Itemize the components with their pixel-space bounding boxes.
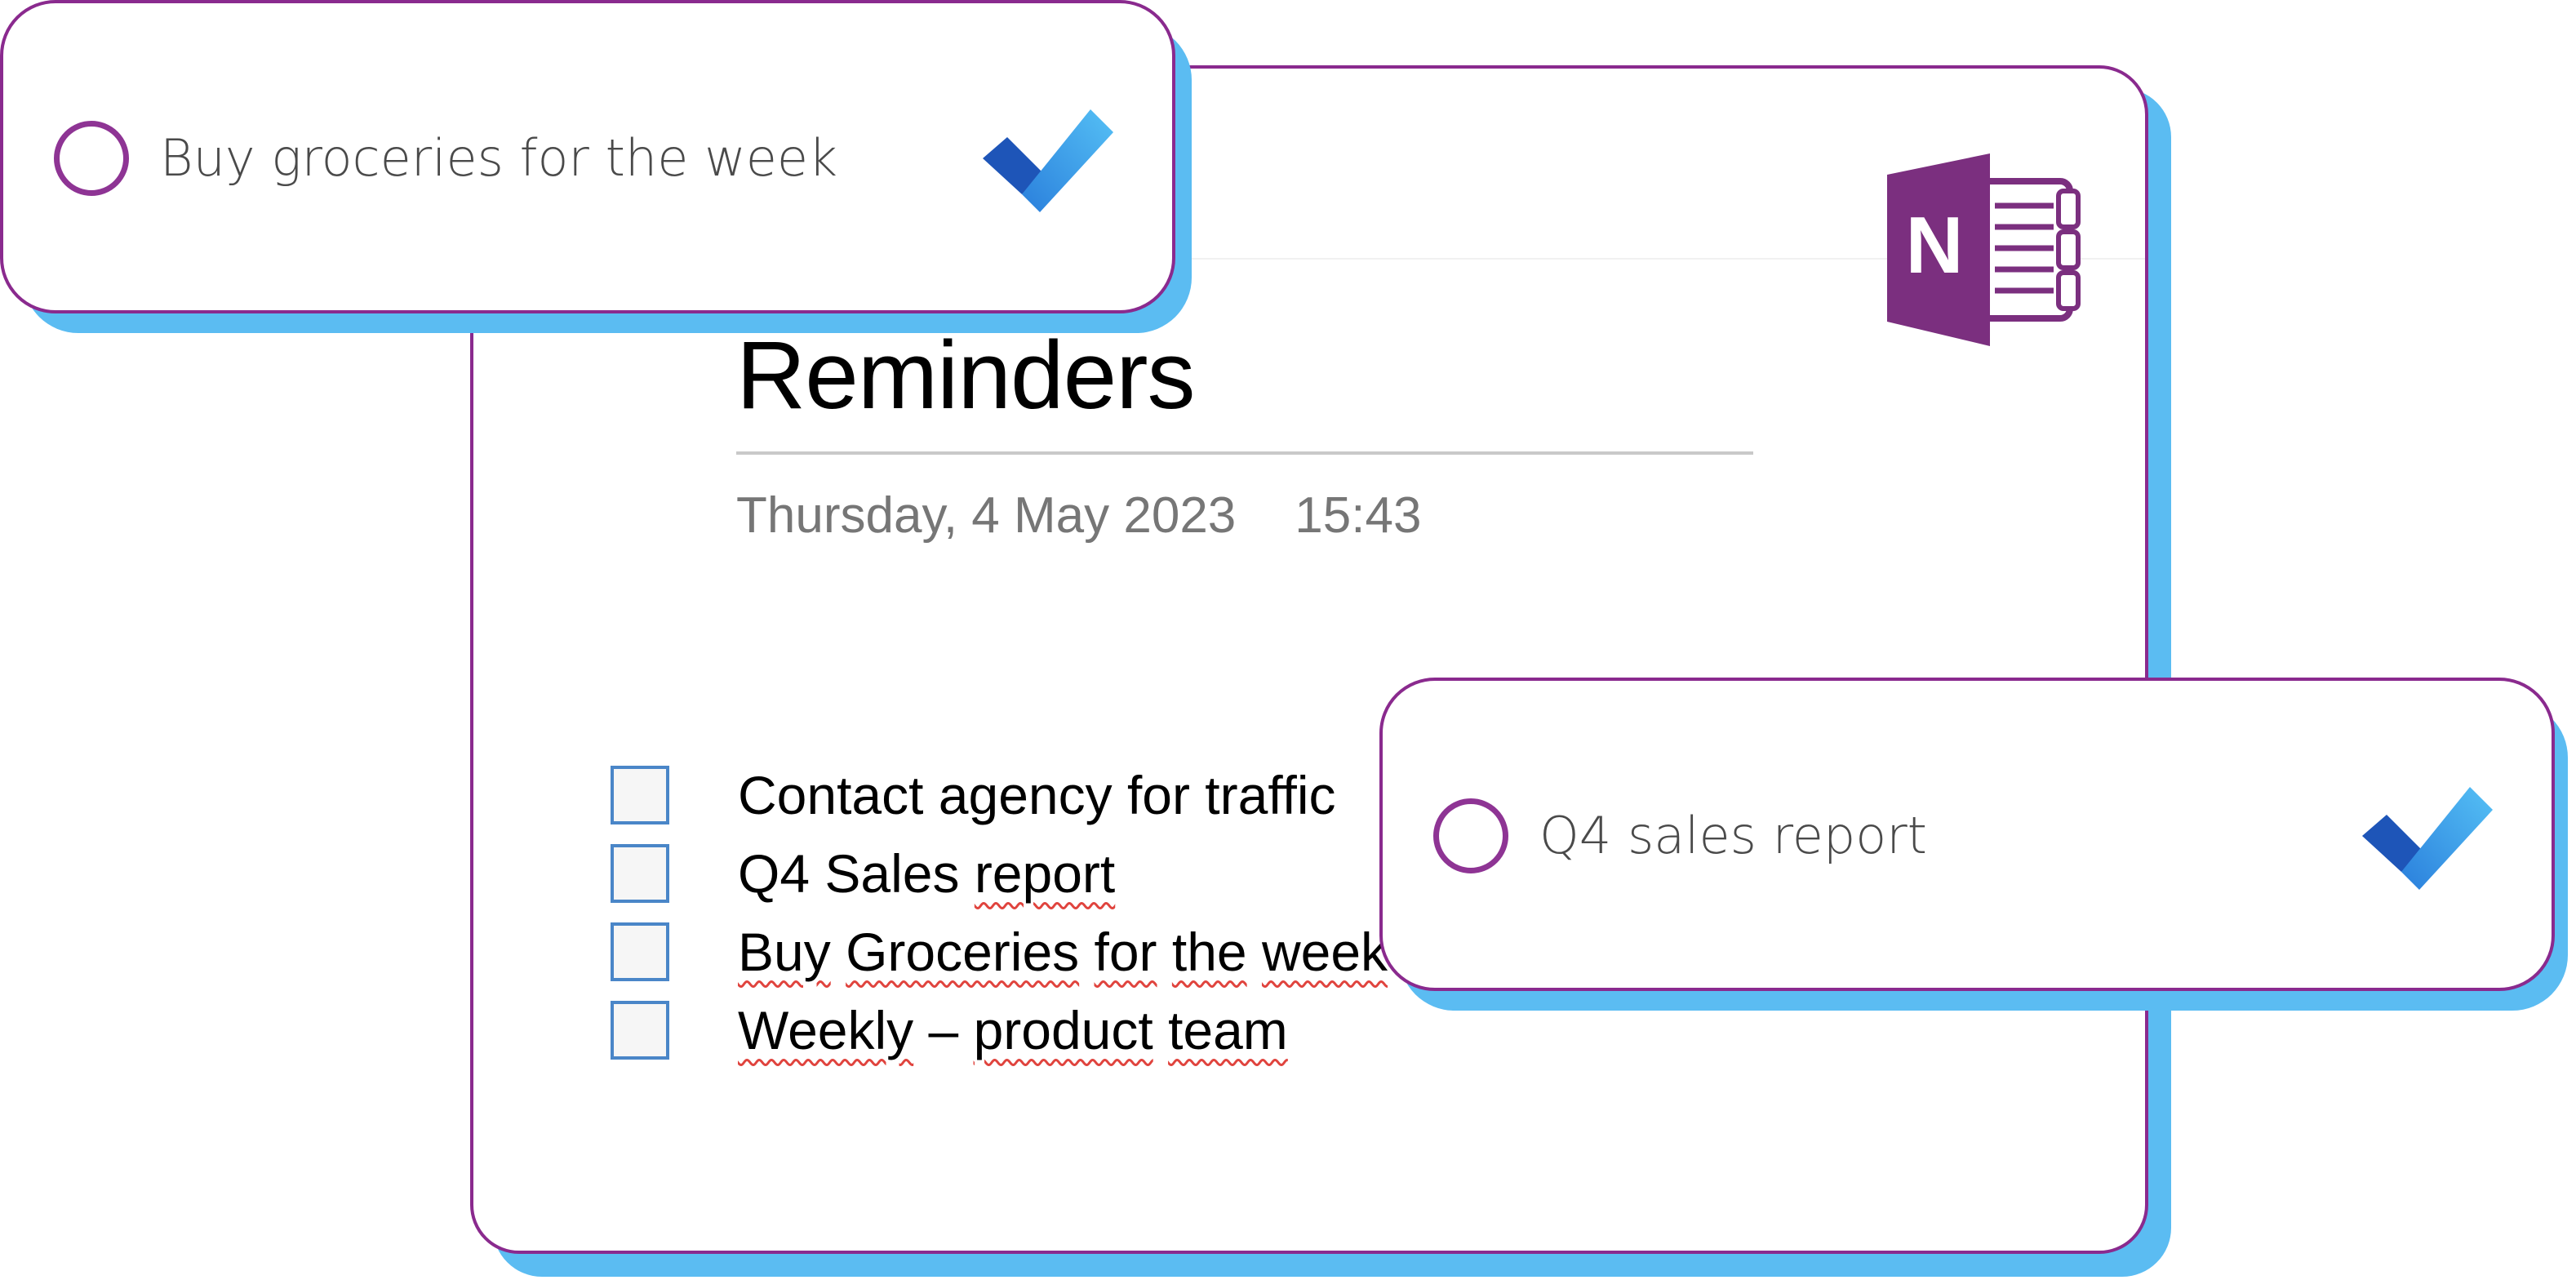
todo-text-segment: Q4 Sales xyxy=(738,843,975,904)
task-label: Buy groceries for the week xyxy=(160,128,837,188)
microsoft-todo-check-icon xyxy=(983,109,1113,212)
todo-item: Buy Groceries for the week xyxy=(611,913,1388,991)
todo-text[interactable]: Q4 Sales report xyxy=(738,834,1115,913)
onenote-logo-letter: N xyxy=(1906,200,1964,290)
microsoft-todo-check-icon xyxy=(2362,787,2493,890)
spellcheck-word: Buy xyxy=(738,922,831,982)
todo-checkbox[interactable] xyxy=(611,766,669,824)
spellcheck-word: report xyxy=(974,843,1116,904)
spellcheck-word: week xyxy=(1261,922,1388,982)
todo-checkbox[interactable] xyxy=(611,844,669,903)
page-time: 15:43 xyxy=(1295,487,1422,544)
todo-text[interactable]: Contact agency for traffic xyxy=(738,756,1335,834)
todo-text-segment xyxy=(1157,922,1172,982)
todo-item: Q4 Sales report xyxy=(611,834,1388,913)
task-complete-radio[interactable] xyxy=(54,121,129,196)
spellcheck-word: Groceries xyxy=(846,922,1080,982)
spellcheck-word: for xyxy=(1094,922,1157,982)
todo-text[interactable]: Weekly – product team xyxy=(738,991,1288,1069)
spellcheck-word: team xyxy=(1168,1000,1288,1060)
todo-item: Weekly – product team xyxy=(611,991,1388,1069)
todo-text-segment xyxy=(1247,922,1262,982)
todo-checkbox[interactable] xyxy=(611,1001,669,1060)
todo-checkbox[interactable] xyxy=(611,922,669,981)
task-card-sales-report[interactable]: Q4 sales report xyxy=(1379,678,2555,991)
task-card-groceries[interactable]: Buy groceries for the week xyxy=(0,0,1175,313)
page-date: Thursday, 4 May 2023 xyxy=(736,487,1237,544)
todo-text[interactable]: Buy Groceries for the week xyxy=(738,913,1388,991)
spellcheck-word: product xyxy=(973,1000,1153,1060)
todo-item: Contact agency for traffic xyxy=(611,756,1388,834)
onenote-icon: N xyxy=(1887,153,2081,346)
todo-text-segment: – xyxy=(913,1000,974,1060)
todo-text-segment xyxy=(831,922,846,982)
task-complete-radio[interactable] xyxy=(1433,798,1508,873)
todo-text-segment xyxy=(1079,922,1094,982)
todo-list: Contact agency for traffic Q4 Sales repor… xyxy=(611,756,1388,1069)
spellcheck-word: Weekly xyxy=(738,1000,914,1060)
page-title: Reminders xyxy=(736,322,1196,429)
todo-text-segment: Contact agency for traffic xyxy=(738,765,1336,825)
title-underline xyxy=(736,451,1753,455)
todo-text-segment xyxy=(1153,1000,1168,1060)
page-timestamp: Thursday, 4 May 2023 15:43 xyxy=(736,483,1421,549)
spellcheck-word: the xyxy=(1171,922,1247,982)
task-label: Q4 sales report xyxy=(1539,806,1927,865)
